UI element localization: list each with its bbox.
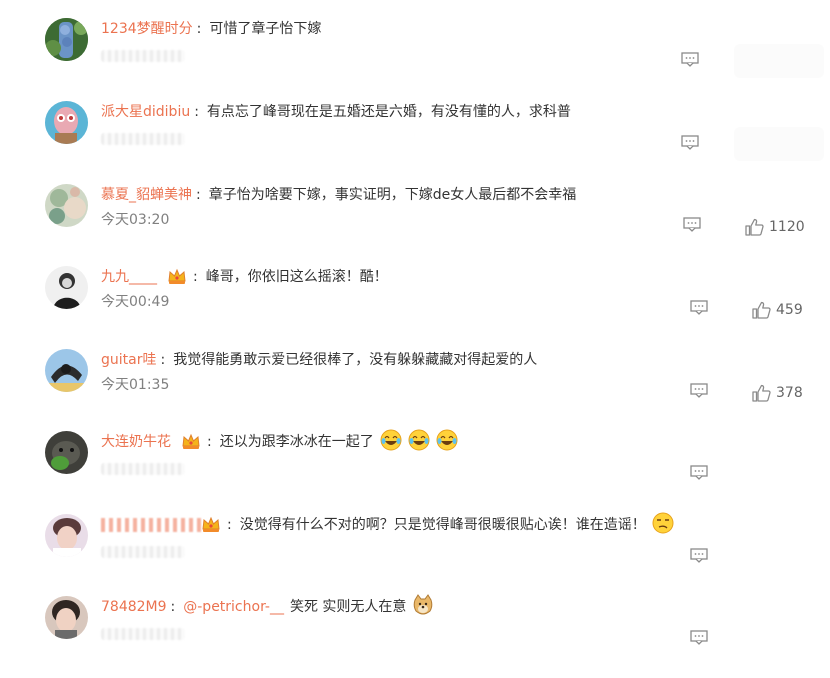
comment-text: 可惜了章子怡下嫁 bbox=[209, 21, 322, 37]
comment-text: 峰哥，你依旧这么摇滚！酷！ bbox=[205, 269, 388, 285]
like-count: 1120 bbox=[769, 219, 805, 235]
avatar-image bbox=[45, 349, 88, 392]
comment-line: guitar哇: 我觉得能勇敢示爱已经很棒了，没有躲躲藏藏对得起爱的人 bbox=[101, 349, 537, 371]
avatar[interactable] bbox=[45, 266, 88, 309]
separator: : bbox=[196, 21, 202, 37]
crown-badge-icon bbox=[202, 516, 220, 532]
faded-like-area bbox=[734, 127, 824, 161]
avatar[interactable] bbox=[45, 596, 88, 639]
comment-text: 笑死 实则无人在意 bbox=[289, 599, 407, 615]
like-count: 459 bbox=[776, 302, 803, 318]
separator: : bbox=[196, 187, 201, 203]
like-button[interactable]: 378 bbox=[752, 383, 803, 403]
username-link[interactable]: 派大星didibiu bbox=[101, 104, 190, 120]
avatar-image bbox=[45, 596, 88, 639]
comment-text: 还以为跟李冰冰在一起了 bbox=[219, 434, 374, 450]
comment-line: 慕夏_貂蝉美神: 章子怡为啥要下嫁，事实证明，下嫁de女人最后都不会幸福 bbox=[101, 184, 576, 206]
username-link[interactable]: 九九____ bbox=[101, 269, 157, 285]
avatar-image bbox=[45, 184, 88, 227]
comment-line: 九九____: 峰哥，你依旧这么摇滚！酷！ bbox=[101, 266, 388, 288]
comment-line: 大连奶牛花: 还以为跟李冰冰在一起了 bbox=[101, 429, 458, 453]
avatar-image bbox=[45, 514, 88, 557]
comment-item: guitar哇: 我觉得能勇敢示爱已经很棒了，没有躲躲藏藏对得起爱的人 今天01:… bbox=[0, 349, 830, 431]
avatar[interactable] bbox=[45, 349, 88, 392]
smirk-emoji bbox=[652, 512, 674, 534]
comment-text: 我觉得能勇敢示爱已经很棒了，没有躲躲藏藏对得起爱的人 bbox=[173, 352, 538, 368]
blurred-source bbox=[101, 463, 185, 475]
blurred-source bbox=[101, 546, 185, 558]
mention-link[interactable]: @-petrichor-__ bbox=[183, 599, 284, 615]
laughing-tears-emoji bbox=[380, 429, 402, 451]
comment-icon[interactable] bbox=[690, 300, 708, 315]
comment-icon[interactable] bbox=[683, 217, 701, 232]
comment-item: 派大星didibiu: 有点忘了峰哥现在是五婚还是六婚，有没有懂的人，求科普 bbox=[0, 101, 830, 183]
blurred-source bbox=[101, 628, 185, 640]
comment-time: 今天01:35 bbox=[101, 377, 170, 393]
thumbs-up-icon bbox=[745, 218, 764, 236]
comment-line: : 没觉得有什么不对的啊？只是觉得峰哥很暖很贴心诶！谁在造谣！ bbox=[101, 512, 674, 536]
blurred-source bbox=[101, 50, 185, 62]
like-button[interactable]: 1120 bbox=[745, 217, 805, 237]
comment-item: 九九____: 峰哥，你依旧这么摇滚！酷！ 今天00:49 459 bbox=[0, 266, 830, 348]
avatar-image bbox=[45, 431, 88, 474]
comment-time: 今天00:49 bbox=[101, 294, 170, 310]
separator: : bbox=[160, 352, 166, 368]
laughing-tears-emoji bbox=[408, 429, 430, 451]
avatar-image bbox=[45, 18, 88, 61]
username-link[interactable]: guitar哇 bbox=[101, 352, 156, 368]
separator: : bbox=[170, 599, 176, 615]
avatar[interactable] bbox=[45, 431, 88, 474]
comment-item: 1234梦醒时分: 可惜了章子怡下嫁 bbox=[0, 18, 830, 100]
avatar[interactable] bbox=[45, 184, 88, 227]
laughing-tears-emoji bbox=[436, 429, 458, 451]
crown-badge-icon bbox=[168, 268, 186, 284]
avatar[interactable] bbox=[45, 514, 88, 557]
avatar[interactable] bbox=[45, 18, 88, 61]
avatar-image bbox=[45, 266, 88, 309]
comment-line: 1234梦醒时分: 可惜了章子怡下嫁 bbox=[101, 18, 321, 40]
username-link[interactable] bbox=[101, 518, 201, 532]
comment-icon[interactable] bbox=[681, 52, 699, 67]
comment-item: 慕夏_貂蝉美神: 章子怡为啥要下嫁，事实证明，下嫁de女人最后都不会幸福 今天03… bbox=[0, 184, 830, 266]
comment-item: 大连奶牛花: 还以为跟李冰冰在一起了 bbox=[0, 429, 830, 513]
comment-icon[interactable] bbox=[681, 135, 699, 150]
comment-line: 78482M9: @-petrichor-__ 笑死 实则无人在意 bbox=[101, 594, 434, 618]
comment-icon[interactable] bbox=[690, 548, 708, 563]
comment-text: 章子怡为啥要下嫁，事实证明，下嫁de女人最后都不会幸福 bbox=[208, 187, 577, 203]
like-count: 378 bbox=[776, 385, 803, 401]
separator: : bbox=[207, 434, 212, 450]
doge-emoji bbox=[414, 594, 433, 615]
crown-badge-icon bbox=[182, 433, 200, 449]
separator: : bbox=[194, 104, 199, 120]
avatar-image bbox=[45, 101, 88, 144]
thumbs-up-icon bbox=[752, 384, 771, 402]
comment-icon[interactable] bbox=[690, 465, 708, 480]
like-button[interactable]: 459 bbox=[752, 300, 803, 320]
separator: : bbox=[193, 269, 198, 285]
blurred-source bbox=[101, 133, 185, 145]
comment-text: 没觉得有什么不对的啊？只是觉得峰哥很暖很贴心诶！谁在造谣！ bbox=[239, 517, 646, 533]
thumbs-up-icon bbox=[752, 301, 771, 319]
comment-line: 派大星didibiu: 有点忘了峰哥现在是五婚还是六婚，有没有懂的人，求科普 bbox=[101, 101, 571, 123]
username-link[interactable]: 1234梦醒时分 bbox=[101, 21, 193, 37]
comment-icon[interactable] bbox=[690, 630, 708, 645]
username-link[interactable]: 78482M9 bbox=[101, 599, 167, 615]
comment-text: 有点忘了峰哥现在是五婚还是六婚，有没有懂的人，求科普 bbox=[206, 104, 571, 120]
comment-item: : 没觉得有什么不对的啊？只是觉得峰哥很暖很贴心诶！谁在造谣！ bbox=[0, 512, 830, 596]
avatar[interactable] bbox=[45, 101, 88, 144]
username-link[interactable]: 大连奶牛花 bbox=[101, 434, 171, 450]
separator: : bbox=[227, 517, 232, 533]
faded-like-area bbox=[734, 44, 824, 78]
username-link[interactable]: 慕夏_貂蝉美神 bbox=[101, 187, 192, 203]
comment-icon[interactable] bbox=[690, 383, 708, 398]
comment-time: 今天03:20 bbox=[101, 212, 170, 228]
